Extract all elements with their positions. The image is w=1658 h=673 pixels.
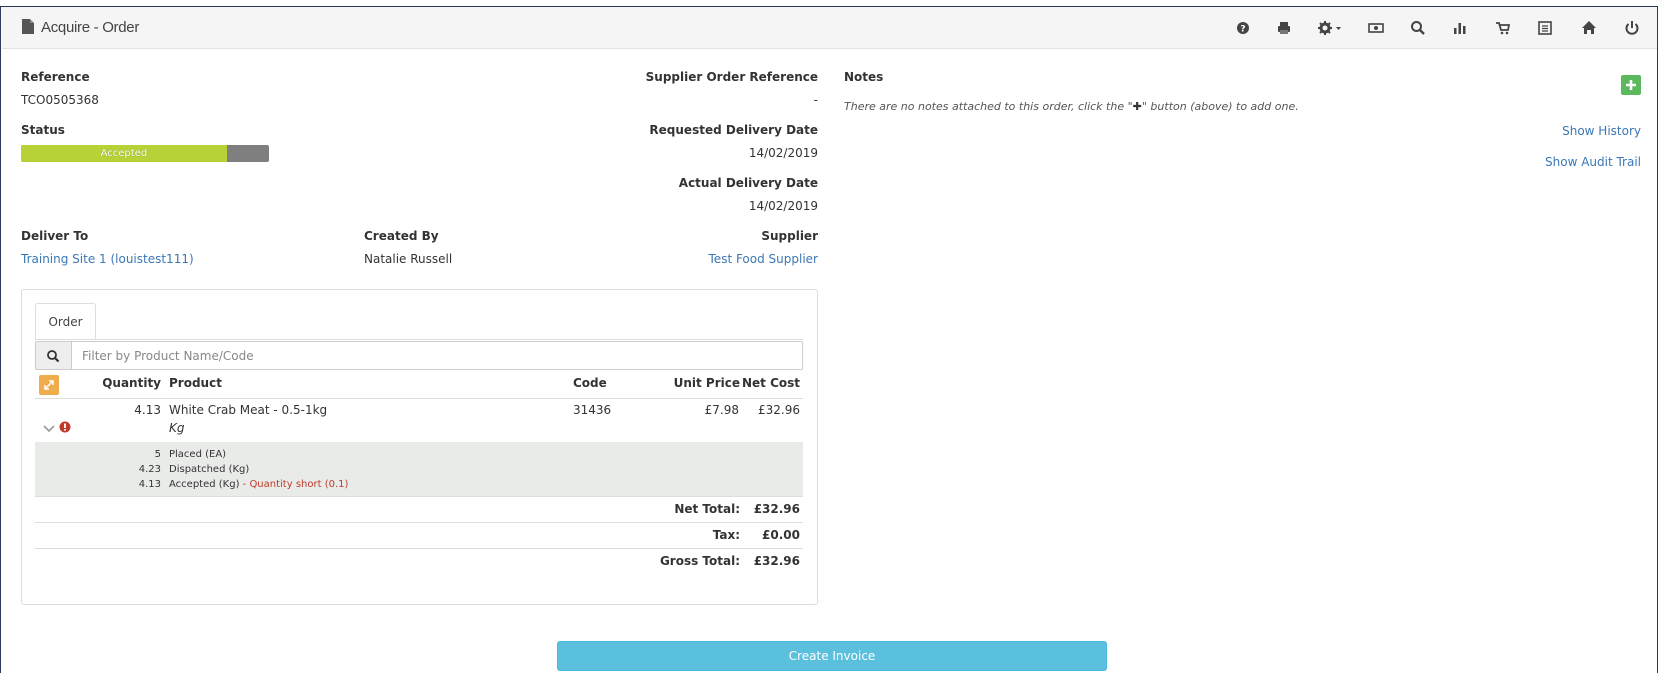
gross-total-label: Gross Total: xyxy=(659,554,740,568)
reference-label: Reference xyxy=(21,70,90,84)
app-frame: Acquire - Order ? Reference TCO0505368 S… xyxy=(0,6,1658,673)
net-total-value: £32.96 xyxy=(753,502,800,516)
requested-delivery-label: Requested Delivery Date xyxy=(649,123,818,137)
detail-dispatched-qty: 4.23 xyxy=(138,464,161,475)
totals-divider-1 xyxy=(35,522,803,523)
chevron-down-icon[interactable] xyxy=(43,423,55,433)
detail-placed-label: Placed (EA) xyxy=(169,449,227,460)
detail-accepted-label: Accepted (Kg) - Quantity short (0.1) xyxy=(169,479,349,490)
tab-order[interactable]: Order xyxy=(35,303,96,340)
requested-delivery-value: 14/02/2019 xyxy=(748,146,818,160)
plus-icon: ✚ xyxy=(1132,100,1142,113)
column-header-unit-price[interactable]: Unit Price xyxy=(661,376,740,390)
status-progress-fill: Accepted xyxy=(21,145,227,162)
actual-delivery-label: Actual Delivery Date xyxy=(678,176,818,190)
net-total-label: Net Total: xyxy=(674,502,740,516)
list-icon[interactable] xyxy=(1536,19,1554,37)
reference-value: TCO0505368 xyxy=(21,93,99,107)
row-net-cost: £32.96 xyxy=(758,403,800,417)
column-header-product[interactable]: Product xyxy=(169,376,222,390)
warning-icon xyxy=(59,421,71,433)
status-progress-bar: Accepted xyxy=(21,145,269,162)
supplier-order-ref-value: - xyxy=(813,93,818,107)
header-divider xyxy=(35,398,803,399)
detail-dispatched-label: Dispatched (Kg) xyxy=(169,464,250,475)
supplier-order-ref-label: Supplier Order Reference xyxy=(645,70,818,84)
create-invoice-button[interactable]: Create Invoice xyxy=(557,641,1107,671)
deliver-to-label: Deliver To xyxy=(21,229,89,243)
cash-icon[interactable] xyxy=(1367,19,1385,37)
row-divider xyxy=(35,496,803,497)
notes-empty-message: There are no notes attached to this orde… xyxy=(844,100,1299,113)
deliver-to-link[interactable]: Training Site 1 (louistest111) xyxy=(21,252,194,266)
document-icon xyxy=(22,19,34,38)
actual-delivery-value: 14/02/2019 xyxy=(748,199,818,213)
svg-text:?: ? xyxy=(1240,25,1245,35)
filter-search-addon xyxy=(35,341,71,370)
row-product-unit: Kg xyxy=(169,421,185,435)
help-icon[interactable]: ? xyxy=(1234,19,1252,37)
status-label: Status xyxy=(21,123,65,137)
search-icon[interactable] xyxy=(1409,19,1427,37)
power-icon[interactable] xyxy=(1623,19,1641,37)
row-product-name: White Crab Meat - 0.5-1kg xyxy=(169,403,328,417)
show-audit-trail-link[interactable]: Show Audit Trail xyxy=(1481,155,1641,169)
column-header-quantity[interactable]: Quantity xyxy=(91,376,161,390)
product-filter-input[interactable] xyxy=(71,341,803,370)
supplier-link[interactable]: Test Food Supplier xyxy=(601,252,818,266)
row-code: 31436 xyxy=(573,403,612,417)
tab-divider xyxy=(35,339,803,340)
column-header-code[interactable]: Code xyxy=(573,376,607,390)
expand-icon xyxy=(44,380,54,390)
created-by-label: Created By xyxy=(364,229,439,243)
cart-icon[interactable] xyxy=(1494,19,1512,37)
reports-icon[interactable] xyxy=(1451,19,1469,37)
top-bar: Acquire - Order ? xyxy=(2,7,1657,49)
detail-placed-qty: 5 xyxy=(154,449,161,460)
row-unit-price: £7.98 xyxy=(704,403,739,417)
totals-divider-2 xyxy=(35,548,803,549)
add-icon xyxy=(1626,80,1636,90)
add-note-button[interactable] xyxy=(1621,75,1641,95)
show-history-link[interactable]: Show History xyxy=(1481,124,1641,138)
print-icon[interactable] xyxy=(1275,19,1293,37)
gross-total-value: £32.96 xyxy=(753,554,800,568)
column-header-net-cost[interactable]: Net Cost xyxy=(741,376,800,390)
tax-label: Tax: xyxy=(712,528,740,542)
supplier-label: Supplier xyxy=(761,229,818,243)
expand-all-button[interactable] xyxy=(39,375,59,395)
row-quantity: 4.13 xyxy=(134,403,161,417)
search-icon xyxy=(47,350,60,363)
settings-icon[interactable] xyxy=(1317,19,1343,37)
created-by-value: Natalie Russell xyxy=(364,252,453,266)
quantity-short-warning: Quantity short (0.1) xyxy=(249,479,349,490)
detail-accepted-qty: 4.13 xyxy=(138,479,161,490)
home-icon[interactable] xyxy=(1580,19,1598,37)
notes-title: Notes xyxy=(844,70,884,84)
tax-value: £0.00 xyxy=(762,528,800,542)
page-title: Acquire - Order xyxy=(22,19,139,38)
